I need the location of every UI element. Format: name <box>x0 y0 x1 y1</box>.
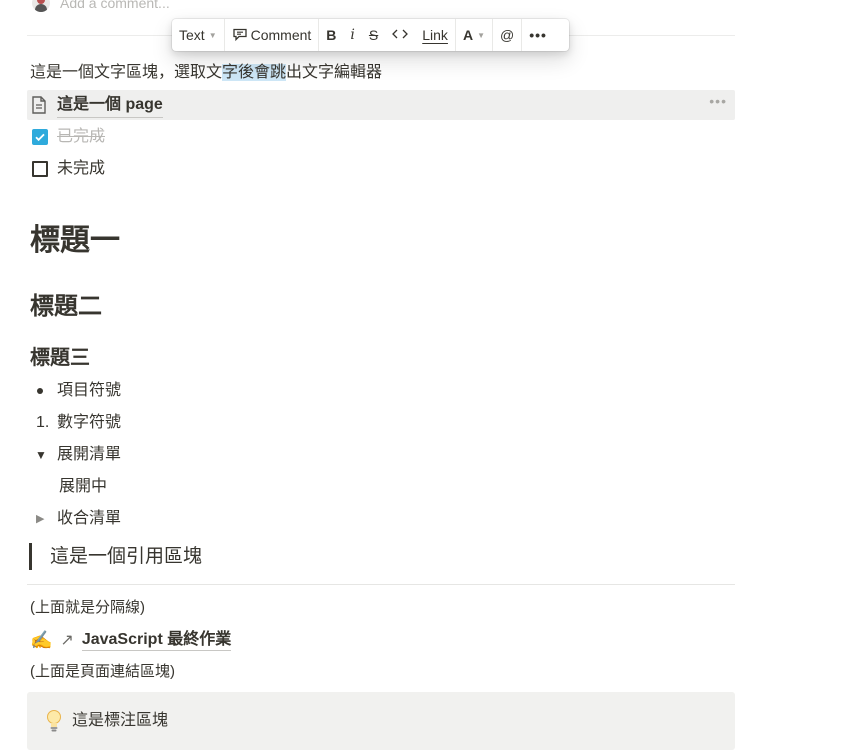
more-options-icon[interactable]: ••• <box>522 19 554 51</box>
link-title[interactable]: JavaScript 最終作業 <box>81 630 232 651</box>
turn-into-label: Text <box>179 27 205 43</box>
divider <box>27 584 735 585</box>
numbered-list-item[interactable]: 數字符號 <box>57 411 121 435</box>
link-button[interactable]: Link <box>415 19 456 51</box>
toggle-open-label[interactable]: 展開清單 <box>57 443 121 467</box>
italic-button[interactable]: i <box>343 19 361 51</box>
heading-2[interactable]: 標題二 <box>30 291 102 323</box>
toggle-closed-label[interactable]: 收合清單 <box>57 507 121 531</box>
lightbulb-icon <box>45 709 63 738</box>
strikethrough-button[interactable]: S <box>362 19 385 51</box>
chevron-down-icon: ▼ <box>208 30 217 40</box>
todo-open-checkbox[interactable] <box>32 161 48 177</box>
selected-text[interactable]: 字後會跳 <box>222 64 287 81</box>
text-block[interactable]: 這是一個文字區塊，選取文字後會跳出文字編輯器 <box>30 61 382 85</box>
color-dropdown[interactable]: A ▼ <box>456 19 493 51</box>
writing-hand-icon: ✍️ <box>30 629 53 650</box>
comment-input[interactable]: Add a comment... <box>60 0 170 12</box>
block-more-icon[interactable]: ••• <box>709 93 727 109</box>
text-block-end: 出文字編輯器 <box>286 64 383 81</box>
bulleted-list-item[interactable]: 項目符號 <box>57 379 121 403</box>
quote-bar <box>29 543 32 570</box>
todo-done-label: 已完成 <box>57 128 106 145</box>
text-block-start: 這是一個文字區塊，選取文 <box>30 64 223 81</box>
mention-button[interactable]: @ <box>493 19 523 51</box>
page-link-block[interactable]: 這是一個 page ••• <box>27 90 735 120</box>
bullet-icon <box>37 388 43 394</box>
user-avatar <box>32 0 50 12</box>
page-link-title[interactable]: 這是一個 page <box>57 93 163 118</box>
toggle-open-icon[interactable]: ▼ <box>35 445 47 465</box>
comment-icon <box>232 26 248 45</box>
heading-3[interactable]: 標題三 <box>30 345 90 371</box>
link-note[interactable]: (上面是頁面連結區塊) <box>30 660 175 684</box>
formatting-toolbar: Text ▼ Comment B i S Link A ▼ @ ••• <box>172 19 569 51</box>
check-icon <box>32 129 48 145</box>
comment-button[interactable]: Comment <box>225 19 320 51</box>
turn-into-dropdown[interactable]: Text ▼ <box>172 19 225 51</box>
chevron-down-icon: ▼ <box>477 30 485 40</box>
toggle-child-text[interactable]: 展開中 <box>59 475 107 499</box>
code-button[interactable] <box>385 19 415 51</box>
todo-open-label: 未完成 <box>57 160 106 177</box>
bold-button[interactable]: B <box>319 19 343 51</box>
todo-done-checkbox[interactable] <box>32 129 48 145</box>
document-icon <box>31 96 47 119</box>
numbered-marker: 1. <box>36 414 50 431</box>
code-icon <box>392 27 409 43</box>
quote-block[interactable]: 這是一個引用區塊 <box>50 543 202 570</box>
divider-note[interactable]: (上面就是分隔線) <box>30 596 145 620</box>
link-to-page-block[interactable]: ✍️ ↗ JavaScript 最終作業 <box>30 628 232 652</box>
text-color-icon: A <box>462 27 474 43</box>
callout-text: 這是標注區塊 <box>72 712 169 729</box>
link-arrow-icon: ↗ <box>60 632 74 649</box>
heading-1[interactable]: 標題一 <box>30 222 120 260</box>
callout-block[interactable]: 這是標注區塊 <box>27 692 735 750</box>
comment-label: Comment <box>250 27 312 43</box>
toggle-closed-icon[interactable]: ▶ <box>36 509 44 529</box>
